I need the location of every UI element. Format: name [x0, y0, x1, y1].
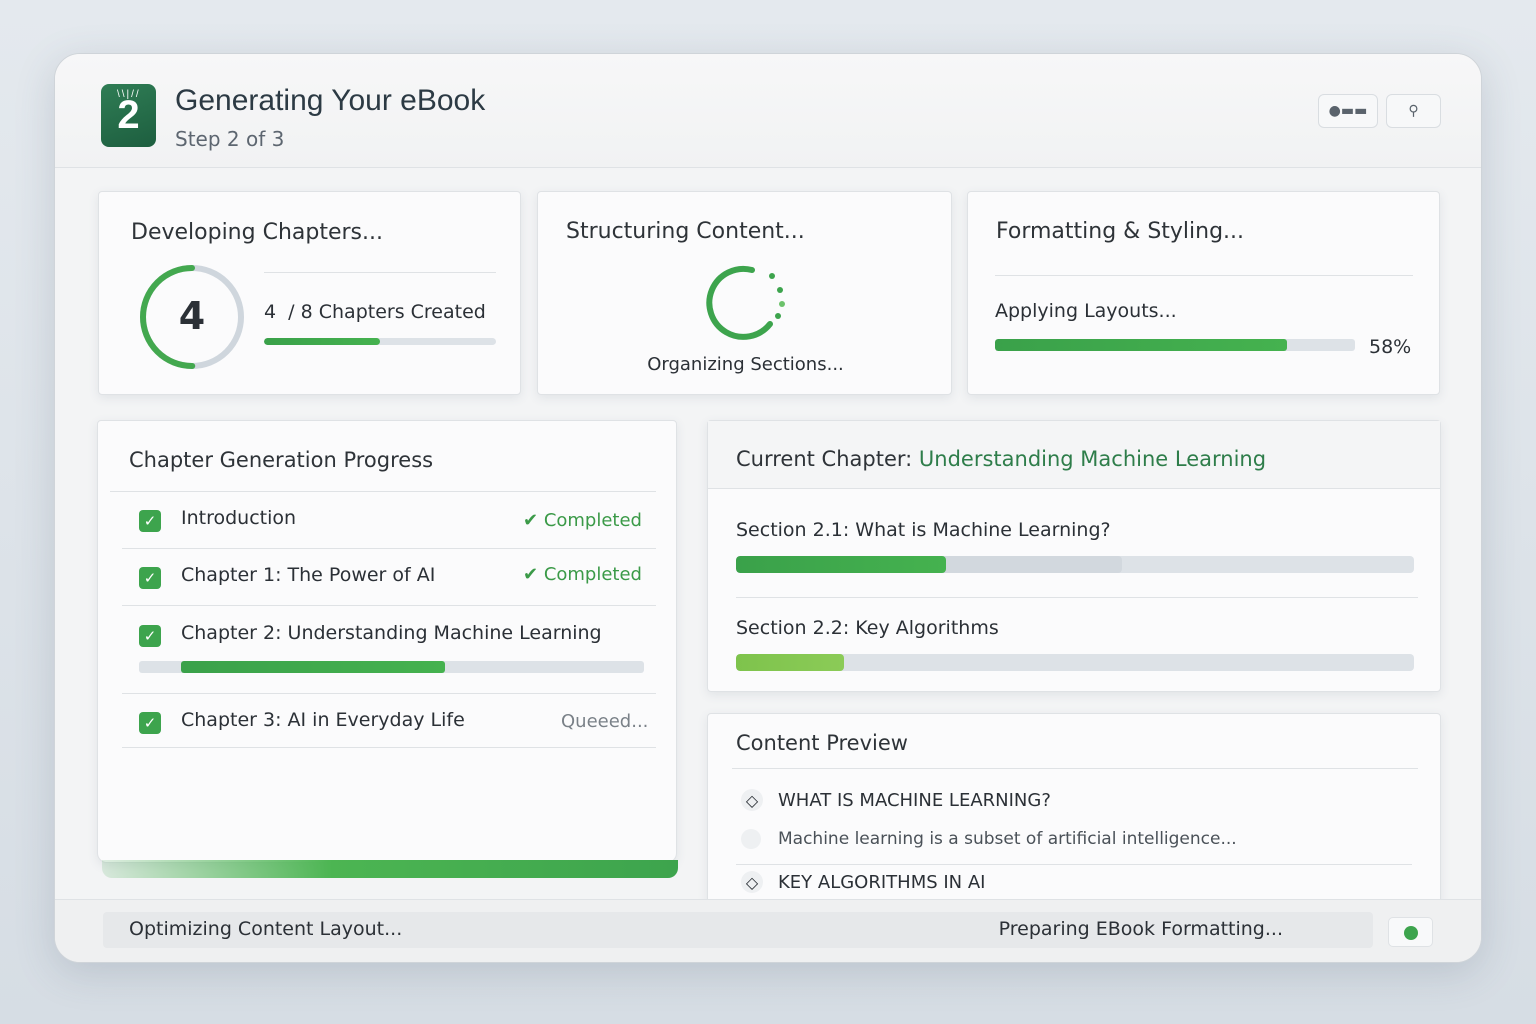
status-indicator	[1388, 917, 1433, 947]
checkbox-checked-icon: ✓	[139, 510, 161, 532]
header: \\|// 2 Generating Your eBook Step 2 of …	[55, 54, 1481, 168]
content-preview-card: Content Preview ◇ WHAT IS MACHINE LEARNI…	[707, 713, 1441, 913]
footer-status-bar: Optimizing Content Layout... Preparing E…	[103, 912, 1373, 948]
divider	[736, 597, 1418, 598]
developing-chapters-card: Developing Chapters... 4 4 / 8 Chapters …	[98, 191, 521, 395]
divider	[995, 275, 1413, 276]
section-label: Section 2.1: What is Machine Learning?	[736, 519, 1111, 541]
section-progress-fill	[736, 556, 946, 573]
status-badge: Queeed...	[561, 711, 649, 732]
current-chapter-title: Current Chapter: Understanding Machine L…	[736, 447, 1267, 471]
menu-button[interactable]: ●▬▬	[1318, 94, 1378, 128]
chapter-label: Introduction	[181, 507, 297, 529]
preview-heading[interactable]: KEY ALGORITHMS IN AI	[778, 872, 986, 893]
divider	[736, 864, 1412, 865]
chapter-label: Chapter 2: Understanding Machine Learnin…	[181, 622, 602, 644]
divider	[110, 491, 656, 492]
bullet-icon	[741, 829, 761, 849]
formatting-percent: 58%	[1369, 336, 1412, 358]
loading-spinner-icon	[706, 265, 785, 340]
checkbox-checked-icon: ✓	[139, 625, 161, 647]
status-badge: ✔ Completed	[523, 564, 642, 585]
checkbox-checked-icon: ✓	[139, 567, 161, 589]
divider	[122, 548, 656, 549]
section-progress-fill	[736, 654, 844, 671]
diamond-icon: ◇	[741, 789, 763, 811]
preview-excerpt: Machine learning is a subset of artifici…	[778, 829, 1237, 849]
chapter-label: Chapter 1: The Power of AI	[181, 564, 436, 586]
divider	[122, 747, 656, 748]
footer-status-right: Preparing EBook Formatting...	[998, 918, 1283, 940]
diamond-icon: ◇	[741, 871, 763, 893]
chapter-progress-card: Chapter Generation Progress ✓ Introducti…	[97, 420, 678, 878]
sparkle-icon: \\|//	[117, 89, 141, 100]
formatting-progress-bar	[995, 339, 1355, 351]
section-progress-bar	[736, 556, 1414, 573]
search-icon: ⚲	[1408, 103, 1419, 119]
formatting-caption: Applying Layouts...	[995, 300, 1177, 322]
step-logo: \\|// 2	[101, 84, 156, 147]
preview-heading[interactable]: WHAT IS MACHINE LEARNING?	[778, 790, 1051, 811]
card-title: Formatting & Styling...	[996, 219, 1245, 244]
main-window: \\|// 2 Generating Your eBook Step 2 of …	[54, 53, 1482, 963]
chapters-progress-fill	[264, 338, 380, 345]
checkmark-icon: ✔	[523, 564, 544, 585]
status-dot-icon	[1404, 926, 1418, 940]
formatting-styling-card: Formatting & Styling... Applying Layouts…	[967, 191, 1440, 395]
divider	[122, 693, 656, 694]
status-badge: ✔ Completed	[523, 510, 642, 531]
current-chapter-card: Current Chapter: Understanding Machine L…	[707, 420, 1441, 692]
chapter-progress-bar	[139, 661, 644, 673]
current-chapter-name: Understanding Machine Learning	[918, 447, 1267, 471]
section-progress-bar	[736, 654, 1414, 671]
ring-value: 4	[178, 294, 206, 338]
step-indicator: Step 2 of 3	[175, 127, 285, 151]
formatting-progress-fill	[995, 339, 1287, 351]
search-button[interactable]: ⚲	[1386, 94, 1441, 128]
card-accent-bar	[102, 860, 678, 878]
card-title: Chapter Generation Progress	[129, 448, 434, 472]
divider	[264, 272, 496, 273]
chapter-progress-fill	[181, 661, 445, 673]
page-title: Generating Your eBook	[175, 84, 486, 117]
dash-menu-icon: ●▬▬	[1328, 103, 1368, 119]
structuring-caption: Organizing Sections...	[647, 354, 844, 375]
chapter-label: Chapter 3: AI in Everyday Life	[181, 709, 465, 731]
card-title: Content Preview	[736, 731, 908, 755]
checkmark-icon: ✔	[523, 510, 544, 531]
chapters-progress-bar	[264, 338, 496, 345]
current-chapter-header: Current Chapter: Understanding Machine L…	[708, 421, 1440, 489]
structuring-content-card: Structuring Content... Organizing Sectio…	[537, 191, 952, 395]
chapters-count: 4 / 8 Chapters Created	[264, 301, 486, 323]
divider	[122, 605, 656, 606]
card-title: Structuring Content...	[566, 219, 805, 244]
divider	[732, 768, 1418, 769]
checkbox-checked-icon: ✓	[139, 712, 161, 734]
status-footer: Optimizing Content Layout... Preparing E…	[55, 899, 1481, 962]
footer-status-left: Optimizing Content Layout...	[129, 918, 403, 940]
card-title: Developing Chapters...	[131, 220, 383, 245]
section-label: Section 2.2: Key Algorithms	[736, 617, 999, 639]
